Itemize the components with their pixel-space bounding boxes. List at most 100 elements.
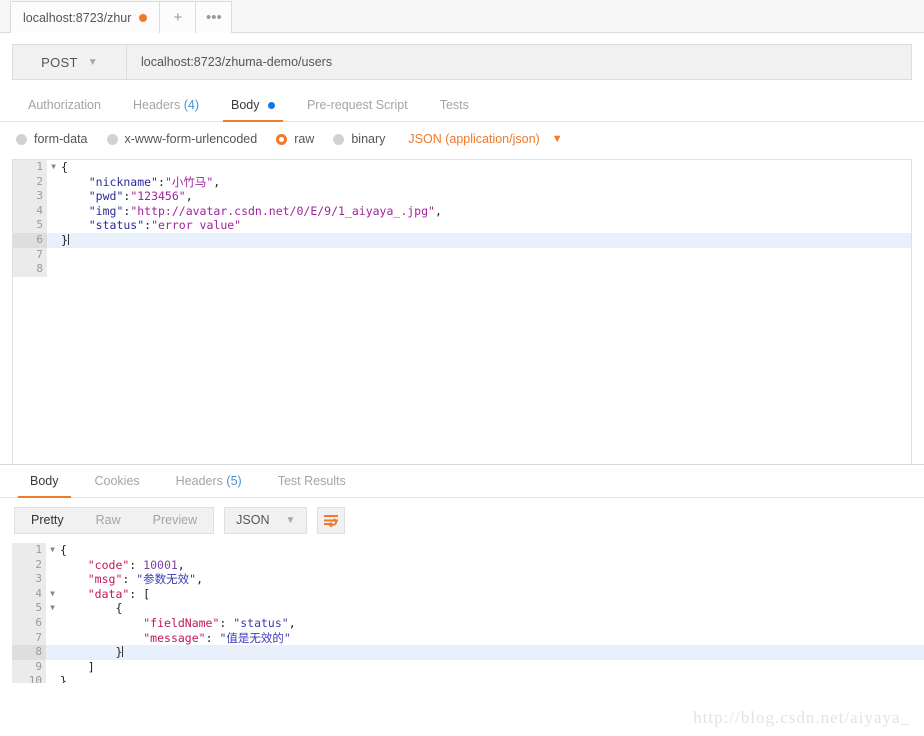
body-type-urlencoded-label: x-www-form-urlencoded [124,132,258,146]
view-mode-preview[interactable]: Preview [137,508,213,533]
code-line[interactable]: 5 ▼ { [12,601,924,616]
response-view-mode-group: Pretty Raw Preview [14,507,215,534]
response-tab-test-results[interactable]: Test Results [260,465,364,497]
line-number: 4 [13,203,47,219]
tab-body-label: Body [230,98,260,112]
code-line[interactable]: 3 "pwd":"123456", [13,189,911,204]
line-number: 10 [12,674,46,683]
code-text: "fieldName": "status", [143,615,296,630]
line-number: 6 [12,615,46,631]
new-tab-button[interactable]: + [160,1,197,33]
code-line[interactable]: 4 ▼ "data": [ [12,586,924,602]
line-number: 3 [13,189,47,204]
request-tabstrip: localhost:8723/zhur + ••• [0,0,924,33]
code-line[interactable]: 7 [13,247,911,263]
line-number: 5 ▼ [12,601,55,616]
line-number: 6 [13,232,47,248]
line-number: 9 [12,659,46,675]
body-type-raw-label: raw [294,132,315,146]
fold-arrow-icon[interactable]: ▼ [51,160,56,175]
code-text: { [60,543,67,557]
line-number: 8 [12,645,46,660]
request-tab-label: localhost:8723/zhur [23,10,132,25]
chevron-down-icon: ▼ [285,515,296,526]
code-line[interactable]: 6} [13,232,911,248]
response-tab-test-results-label: Test Results [277,474,346,488]
word-wrap-icon [324,514,339,527]
request-section-tabs: Authorization Headers (4) Body Pre-reque… [0,90,924,122]
code-line[interactable]: 6 "fieldName": "status", [12,615,924,631]
body-type-binary-label: binary [351,132,386,146]
line-number: 1 ▼ [13,160,56,175]
response-tab-body-label: Body [30,474,59,488]
tab-overflow-menu-button[interactable]: ••• [196,1,233,33]
body-type-form-data[interactable]: form-data [16,132,88,146]
tab-pre-request-script-label: Pre-request Script [306,98,408,112]
radio-icon [333,133,345,145]
response-tab-headers[interactable]: Headers (5) [158,465,260,497]
code-line[interactable]: 10} [12,674,924,683]
code-text: "img":"http://avatar.csdn.net/0/E/9/1_ai… [88,203,442,218]
watermark-text: http://blog.csdn.net/aiyaya_ [693,708,910,727]
tab-tests[interactable]: Tests [424,90,485,121]
fold-arrow-icon[interactable]: ▼ [50,543,55,558]
line-number: 7 [13,247,47,263]
content-type-selector[interactable]: JSON (application/json) ▼ [408,132,562,146]
url-input[interactable]: localhost:8723/zhuma-demo/users [127,45,911,79]
code-text: "code": 10001, [87,557,185,572]
chevron-down-icon: ▼ [87,56,98,68]
view-mode-raw[interactable]: Raw [80,508,137,533]
word-wrap-toggle-button[interactable] [317,507,346,534]
response-tab-headers-label: Headers [175,474,223,488]
radio-icon [16,133,27,145]
body-type-binary[interactable]: binary [333,132,385,146]
code-line[interactable]: 5 "status":"error value" [13,218,911,233]
code-line[interactable]: 4 "img":"http://avatar.csdn.net/0/E/9/1_… [13,203,911,219]
response-tab-cookies[interactable]: Cookies [77,465,158,497]
response-format-selector[interactable]: JSON ▼ [224,507,308,534]
unsaved-changes-dot [139,13,148,22]
code-text: ] [87,659,95,674]
body-type-urlencoded[interactable]: x-www-form-urlencoded [106,132,258,146]
tab-tests-label: Tests [439,98,469,112]
code-line[interactable]: 7 "message": "值是无效的" [12,630,924,646]
line-number: 5 [13,218,47,233]
tab-headers-label: Headers [132,98,181,112]
code-text: "pwd":"123456", [88,189,193,204]
fold-arrow-icon[interactable]: ▼ [50,587,55,602]
tab-authorization[interactable]: Authorization [12,90,117,121]
tab-body[interactable]: Body [215,90,291,122]
tab-pre-request-script[interactable]: Pre-request Script [291,90,424,121]
code-text: { [61,160,68,174]
tab-headers[interactable]: Headers (4) [117,90,215,121]
code-text: { [115,601,123,616]
code-line[interactable]: 9 ] [12,659,924,675]
tab-authorization-label: Authorization [28,98,101,112]
fold-arrow-icon[interactable]: ▼ [50,601,55,616]
code-text: "data": [ [87,586,151,601]
url-bar-container: POST ▼ localhost:8723/zhuma-demo/users [0,33,924,90]
code-line[interactable]: 8 [13,262,911,277]
url-bar: POST ▼ localhost:8723/zhuma-demo/users [12,44,912,80]
line-number: 4 ▼ [12,586,55,602]
code-text: } [60,674,67,683]
body-type-raw[interactable]: raw [276,132,314,146]
code-line[interactable]: 8 } [12,645,924,660]
http-method-label: POST [41,54,78,70]
request-tab[interactable]: localhost:8723/zhur [10,1,161,33]
code-text: "nickname":"小竹马", [88,174,221,189]
code-line[interactable]: 1 ▼ { [12,543,924,558]
body-type-form-data-label: form-data [34,132,88,146]
response-tab-body[interactable]: Body [12,465,77,498]
request-body-editor[interactable]: 1 ▼{2 "nickname":"小竹马", 3 "pwd":"123456", 4… [12,159,912,464]
code-line[interactable]: 2 "nickname":"小竹马", [13,174,911,190]
content-type-label: JSON (application/json) [408,132,540,146]
response-body-editor[interactable]: 1 ▼{2 "code": 10001, 3 "msg": "参数无效", 4 ▼ "d… [12,543,924,683]
body-type-row: form-data x-www-form-urlencoded raw bina… [0,122,924,156]
code-line[interactable]: 1 ▼ { [13,160,911,175]
code-line[interactable]: 3 "msg": "参数无效", [12,572,924,587]
view-mode-pretty[interactable]: Pretty [15,508,80,533]
http-method-selector[interactable]: POST ▼ [13,45,127,79]
code-line[interactable]: 2 "code": 10001, [12,557,924,573]
